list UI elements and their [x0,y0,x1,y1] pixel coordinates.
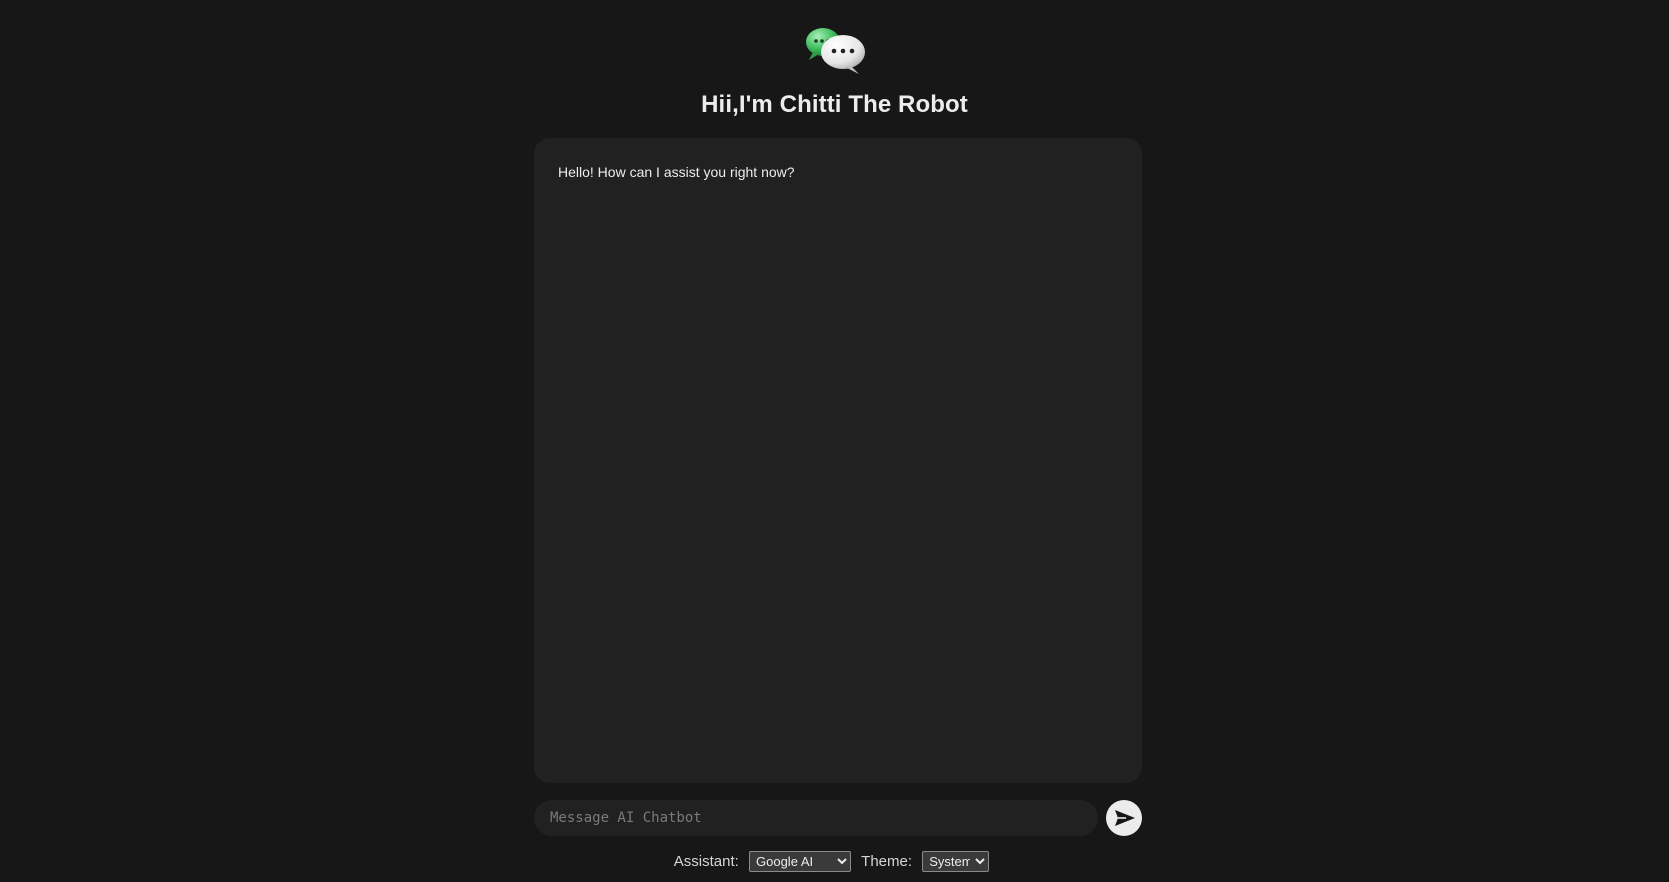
send-arrow-icon [1115,810,1135,826]
theme-select[interactable]: System [922,851,990,872]
page-title: Hii,I'm Chitti The Robot [701,91,968,118]
settings-bar: Assistant: Google AI Theme: System [0,851,1669,872]
send-button[interactable] [1106,800,1142,836]
theme-label: Theme: [861,853,913,870]
message-composer [534,800,1142,836]
app-header: Hii,I'm Chitti The Robot [0,24,1669,119]
assistant-message: Hello! How can I assist you right now? [558,164,795,180]
assistant-select[interactable]: Google AI [749,851,851,872]
chat-bubbles-icon [803,24,867,76]
message-input-container [534,800,1098,836]
assistant-label: Assistant: [673,853,739,870]
chat-panel: Hello! How can I assist you right now? [534,138,1142,783]
message-input[interactable] [534,800,1098,836]
